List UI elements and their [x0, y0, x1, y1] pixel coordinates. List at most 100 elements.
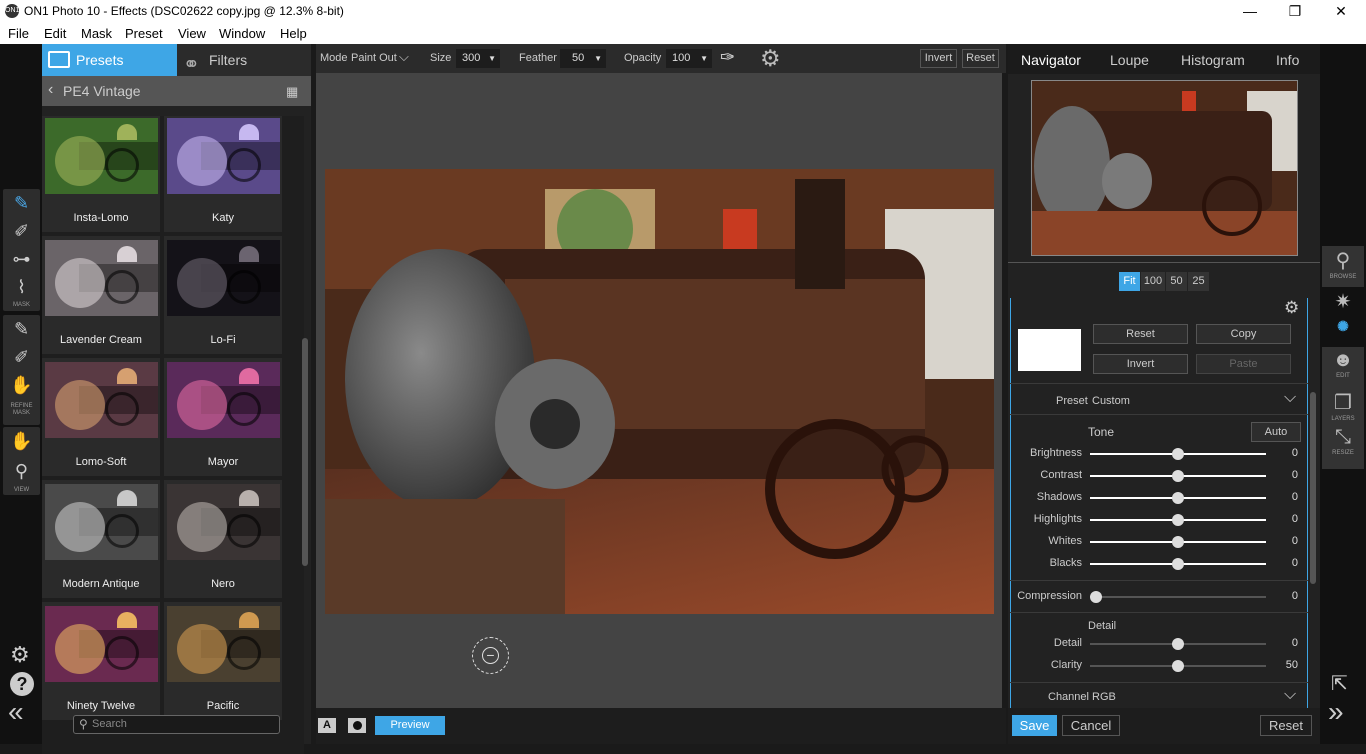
slider-highlights[interactable]: Highlights 0 — [1018, 512, 1304, 528]
tab-loupe[interactable]: Loupe — [1110, 52, 1149, 68]
preset-thumbnail[interactable]: Mayor — [164, 358, 282, 476]
collapse-left-icon[interactable]: « — [8, 696, 24, 728]
reset-all-button[interactable]: Reset — [1260, 715, 1312, 736]
resize-module-button[interactable]: ⤡ RESIZE — [1322, 424, 1364, 469]
masking-brush-icon[interactable]: ✎ — [3, 189, 40, 219]
slider-detail[interactable]: Detail 0 — [1018, 636, 1304, 652]
slider-handle[interactable] — [1172, 536, 1184, 548]
preset-chevron-icon[interactable]: ⌵ — [1284, 389, 1296, 407]
brush-settings-gear-icon[interactable]: ⚙ — [760, 45, 781, 72]
help-icon[interactable]: ? — [10, 672, 34, 696]
channel-dropdown[interactable]: RGB — [1092, 691, 1116, 703]
minimize-button[interactable]: — — [1227, 0, 1273, 23]
slider-contrast[interactable]: Contrast 0 — [1018, 468, 1304, 484]
collapse-right-icon[interactable]: » — [1328, 696, 1344, 728]
share-icon[interactable]: ⇱ — [1331, 671, 1348, 696]
save-button[interactable]: Save — [1012, 715, 1057, 736]
settings-gear-icon[interactable]: ⚙ — [10, 642, 30, 668]
zoom-50-button[interactable]: 50 — [1166, 272, 1187, 291]
adjust-scrollbar[interactable] — [1310, 392, 1316, 584]
preset-thumbnail[interactable]: Insta-Lomo — [42, 116, 160, 232]
preset-thumbnail[interactable]: Nero — [164, 480, 282, 598]
opacity-dropdown[interactable]: 100 ▼ — [666, 49, 712, 68]
zoom-fit-button[interactable]: Fit — [1119, 272, 1140, 291]
menu-file[interactable]: File — [8, 26, 29, 41]
slider-track[interactable] — [1090, 536, 1266, 548]
slider-track[interactable] — [1090, 514, 1266, 526]
slider-handle[interactable] — [1172, 660, 1184, 672]
preset-thumbnail[interactable]: Lomo-Soft — [42, 358, 160, 476]
restore-button[interactable]: ❐ — [1272, 0, 1318, 23]
menu-window[interactable]: Window — [219, 26, 265, 41]
preset-thumbnail[interactable]: Pacific — [164, 602, 282, 720]
refine-brush-icon[interactable]: ✎ — [3, 315, 40, 345]
slider-handle[interactable] — [1172, 470, 1184, 482]
mask-thumbnail[interactable] — [1018, 329, 1081, 371]
slider-compression[interactable]: Compression 0 — [1017, 589, 1304, 605]
tab-info[interactable]: Info — [1276, 52, 1299, 68]
grid-view-icon[interactable]: ▦ — [286, 84, 298, 100]
slider-handle[interactable] — [1172, 638, 1184, 650]
reset-button[interactable]: Reset — [1093, 324, 1188, 344]
slider-handle[interactable] — [1090, 591, 1102, 603]
zoom-icon[interactable]: ⚲ — [3, 457, 40, 487]
slider-clarity[interactable]: Clarity 50 — [1018, 658, 1304, 674]
slider-handle[interactable] — [1172, 558, 1184, 570]
tab-filters[interactable]: ⚭ Filters — [177, 44, 311, 76]
tab-histogram[interactable]: Histogram — [1181, 52, 1245, 68]
category-header[interactable]: ‹ PE4 Vintage ▦ — [42, 76, 311, 106]
menu-preset[interactable]: Preset — [125, 26, 163, 41]
zoom-25-button[interactable]: 25 — [1188, 272, 1209, 291]
menu-view[interactable]: View — [178, 26, 206, 41]
slider-whites[interactable]: Whites 0 — [1018, 534, 1304, 550]
slider-track[interactable] — [1090, 660, 1266, 672]
presets-scrollbar[interactable] — [302, 338, 308, 566]
preset-thumbnail[interactable]: Katy — [164, 116, 282, 232]
slider-track[interactable] — [1090, 492, 1266, 504]
slider-handle[interactable] — [1172, 492, 1184, 504]
invert-button[interactable]: Invert — [1093, 354, 1188, 374]
slider-brightness[interactable]: Brightness 0 — [1018, 446, 1304, 462]
preset-dropdown[interactable]: Custom — [1092, 395, 1130, 407]
preset-thumbnail[interactable]: Lavender Cream — [42, 236, 160, 354]
slider-handle[interactable] — [1172, 514, 1184, 526]
edit-module-button[interactable]: ☻ EDIT — [1322, 347, 1364, 392]
back-chevron-icon[interactable]: ‹ — [48, 81, 53, 99]
preset-thumbnail[interactable]: Ninety Twelve — [42, 602, 160, 720]
reset-mask-button[interactable]: Reset — [962, 49, 999, 68]
slider-track[interactable] — [1090, 470, 1266, 482]
chisel-icon[interactable]: ✐ — [3, 343, 40, 373]
compare-a-button[interactable]: A — [318, 718, 336, 733]
slider-track[interactable] — [1090, 558, 1266, 570]
slider-blacks[interactable]: Blacks 0 — [1018, 556, 1304, 572]
tab-presets[interactable]: Presets — [42, 44, 177, 76]
mode-chevron-icon[interactable]: ⌵ — [399, 49, 409, 65]
airbrush-icon[interactable]: ✑ — [720, 47, 735, 68]
feather-dropdown[interactable]: 50 ▼ — [560, 49, 606, 68]
mask-view-button[interactable] — [348, 718, 366, 733]
search-box[interactable]: ⚲ Search — [73, 715, 280, 734]
gradient-mask-icon[interactable]: ⊶ — [3, 245, 40, 275]
paste-button[interactable]: Paste — [1196, 354, 1291, 374]
zoom-100-button[interactable]: 100 — [1141, 272, 1165, 291]
menu-edit[interactable]: Edit — [44, 26, 66, 41]
close-button[interactable]: ✕ — [1318, 0, 1364, 23]
preset-thumbnail[interactable]: Modern Antique — [42, 480, 160, 598]
size-dropdown[interactable]: 300 ▼ — [456, 49, 500, 68]
preset-thumbnail[interactable]: Lo-Fi — [164, 236, 282, 354]
channel-chevron-icon[interactable]: ⌵ — [1284, 686, 1296, 704]
brush-icon[interactable]: ✐ — [3, 217, 40, 247]
mode-dropdown[interactable]: Paint Out — [351, 52, 397, 64]
line-mask-icon[interactable]: ⌇ — [3, 273, 40, 303]
tab-navigator[interactable]: Navigator — [1021, 52, 1081, 68]
invert-mask-button[interactable]: Invert — [920, 49, 957, 68]
slider-track[interactable] — [1090, 638, 1266, 650]
navigator-thumbnail[interactable] — [1031, 80, 1298, 256]
slider-track[interactable] — [1090, 591, 1266, 603]
cancel-button[interactable]: Cancel — [1062, 715, 1120, 736]
adjust-settings-gear-icon[interactable]: ⚙ — [1284, 298, 1299, 318]
browse-module-button[interactable]: ⚲ BROWSE — [1322, 246, 1364, 291]
preview-button[interactable]: Preview — [375, 716, 445, 735]
auto-button[interactable]: Auto — [1251, 422, 1301, 442]
photo-preview[interactable] — [325, 169, 994, 614]
